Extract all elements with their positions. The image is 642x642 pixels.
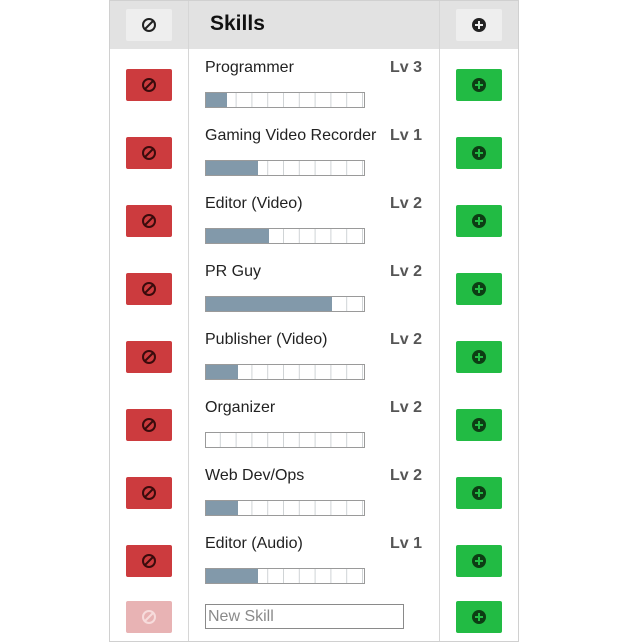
skill-progress-fill [206, 93, 227, 107]
skill-progress-bar [205, 160, 365, 176]
plus-circle-icon [471, 609, 487, 625]
skill-level: Lv 2 [390, 195, 423, 212]
skill-name: Organizer [205, 399, 276, 416]
skill-row: Editor (Video) Lv 2 [110, 191, 518, 259]
level-up-button[interactable] [456, 545, 502, 577]
remove-skill-button[interactable] [126, 409, 172, 441]
skill-progress-bar [205, 228, 365, 244]
skill-name: Web Dev/Ops [205, 467, 305, 484]
skill-name: Editor (Audio) [205, 535, 303, 552]
level-up-button[interactable] [456, 273, 502, 305]
plus-circle-icon [471, 553, 487, 569]
plus-circle-icon [471, 213, 487, 229]
level-up-button[interactable] [456, 477, 502, 509]
skill-progress-bar [205, 568, 365, 584]
skill-progress-fill [206, 229, 270, 243]
plus-circle-icon [471, 349, 487, 365]
header-add-button[interactable] [456, 9, 502, 41]
skill-progress-bar [205, 500, 365, 516]
skill-progress-fill [206, 569, 259, 583]
skill-row: Gaming Video Recorder Lv 1 [110, 123, 518, 191]
skill-name: Gaming Video Recorder [205, 127, 377, 144]
new-skill-remove-button [126, 601, 172, 633]
skill-level: Lv 3 [390, 59, 423, 76]
skill-name: Publisher (Video) [205, 331, 328, 348]
skill-progress-bar [205, 364, 365, 380]
header-remove-button[interactable] [126, 9, 172, 41]
forbidden-icon [141, 349, 157, 365]
remove-skill-button[interactable] [126, 205, 172, 237]
skill-progress-fill [206, 161, 259, 175]
forbidden-icon [141, 553, 157, 569]
skill-progress-bar [205, 296, 365, 312]
remove-skill-button[interactable] [126, 341, 172, 373]
skill-level: Lv 2 [390, 331, 423, 348]
skill-name: Editor (Video) [205, 195, 303, 212]
skill-level: Lv 1 [390, 535, 423, 552]
level-up-button[interactable] [456, 137, 502, 169]
skill-row: Programmer Lv 3 [110, 55, 518, 123]
remove-skill-button[interactable] [126, 477, 172, 509]
level-up-button[interactable] [456, 69, 502, 101]
forbidden-icon [141, 281, 157, 297]
skill-name: PR Guy [205, 263, 262, 280]
skill-level: Lv 2 [390, 467, 423, 484]
skill-row: Editor (Audio) Lv 1 [110, 531, 518, 599]
skill-level: Lv 2 [390, 263, 423, 280]
plus-circle-icon [471, 281, 487, 297]
skills-panel: Skills Programmer Lv 3 Gaming Video Reco… [109, 0, 519, 642]
plus-circle-icon [471, 77, 487, 93]
forbidden-icon [141, 145, 157, 161]
remove-skill-button[interactable] [126, 69, 172, 101]
skill-level: Lv 1 [390, 127, 423, 144]
level-up-button[interactable] [456, 205, 502, 237]
skill-progress-bar [205, 92, 365, 108]
plus-circle-icon [471, 145, 487, 161]
skill-row: Organizer Lv 2 [110, 395, 518, 463]
level-up-button[interactable] [456, 409, 502, 441]
forbidden-icon [141, 77, 157, 93]
level-up-button[interactable] [456, 341, 502, 373]
skill-row: Web Dev/Ops Lv 2 [110, 463, 518, 531]
new-skill-add-button[interactable] [456, 601, 502, 633]
plus-circle-icon [471, 17, 487, 33]
plus-circle-icon [471, 417, 487, 433]
remove-skill-button[interactable] [126, 137, 172, 169]
skill-progress-fill [206, 297, 333, 311]
new-skill-input[interactable] [205, 604, 404, 629]
forbidden-icon [141, 213, 157, 229]
remove-skill-button[interactable] [126, 273, 172, 305]
skill-name: Programmer [205, 59, 294, 76]
skill-level: Lv 2 [390, 399, 423, 416]
forbidden-icon [141, 609, 157, 625]
page-title: Skills [210, 12, 265, 35]
skill-progress-fill [206, 501, 238, 515]
skills-header: Skills [110, 1, 518, 49]
skill-progress-fill [206, 365, 238, 379]
forbidden-icon [141, 485, 157, 501]
remove-skill-button[interactable] [126, 545, 172, 577]
skill-progress-bar [205, 432, 365, 448]
plus-circle-icon [471, 485, 487, 501]
skill-row: Publisher (Video) Lv 2 [110, 327, 518, 395]
skill-row: PR Guy Lv 2 [110, 259, 518, 327]
forbidden-icon [141, 417, 157, 433]
forbidden-icon [141, 17, 157, 33]
